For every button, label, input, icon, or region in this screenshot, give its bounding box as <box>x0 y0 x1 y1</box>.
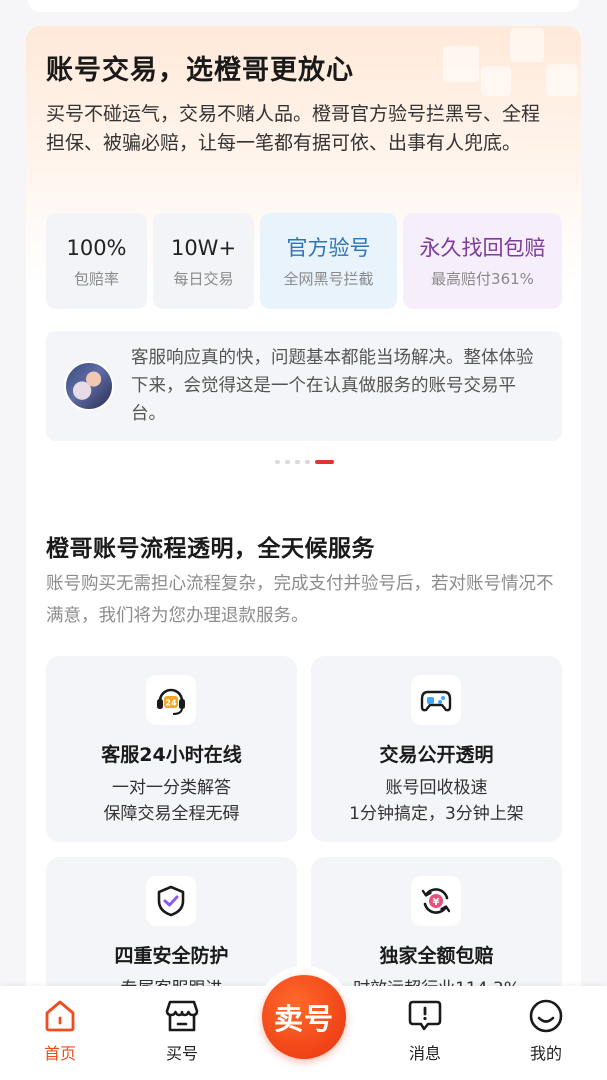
carousel-dot[interactable] <box>295 460 300 464</box>
content-card: 账号交易，选橙哥更放心 买号不碰运气，交易不赌人品。橙哥官方验号拦黑号、全程担保… <box>26 26 581 1026</box>
headset-24h-icon: 24 <box>146 675 196 725</box>
process-description: 账号购买无需担心流程复杂，完成支付并验号后，若对账号情况不满意，我们将为您办理退… <box>46 574 554 626</box>
svg-text:24: 24 <box>165 699 177 708</box>
tab-label: 我的 <box>529 1044 562 1063</box>
stat-permanent-recovery: 永久找回包赔 最高赔付361% <box>403 213 562 309</box>
carousel-dot[interactable] <box>305 460 310 464</box>
process-title: 橙哥账号流程透明，全天候服务 <box>46 536 375 562</box>
shield-check-icon <box>146 876 196 926</box>
stat-daily-trades: 10W+ 每日交易 <box>153 213 254 309</box>
feature-line: 一对一分类解答 <box>112 778 231 798</box>
stat-guarantee-rate: 100% 包赔率 <box>46 213 147 309</box>
hero-description: 买号不碰运气，交易不赌人品。橙哥官方验号拦黑号、全程担保、被骗必赔，让每一笔都有… <box>46 103 541 154</box>
stat-label: 每日交易 <box>173 269 234 288</box>
stat-value: 10W+ <box>170 235 237 260</box>
hero-title: 账号交易，选橙哥更放心 <box>46 55 354 86</box>
stat-label: 包赔率 <box>73 269 119 288</box>
feature-card-support[interactable]: 24 客服24小时在线 一对一分类解答 保障交易全程无碍 <box>46 656 297 842</box>
review-text: 客服响应真的快，问题基本都能当场解决。整体体验下来，会觉得这是一个在认真做服务的… <box>131 348 534 424</box>
reviewer-avatar <box>64 361 114 411</box>
gamepad-icon <box>411 675 461 725</box>
feature-line: 账号回收极速 <box>385 778 488 798</box>
carousel-dot[interactable] <box>275 460 280 464</box>
shop-icon <box>165 1000 199 1032</box>
feature-line: 1分钟搞定，3分钟上架 <box>349 804 524 824</box>
stat-official-verify: 官方验号 全网黑号拦截 <box>260 213 397 309</box>
tab-label: 首页 <box>43 1044 76 1063</box>
carousel-indicator[interactable] <box>275 459 335 465</box>
feature-title: 四重安全防护 <box>114 945 229 967</box>
carousel-dot-active[interactable] <box>315 460 334 464</box>
tab-label: 消息 <box>408 1044 441 1063</box>
tab-messages[interactable]: 消息 <box>385 986 465 1080</box>
feature-title: 客服24小时在线 <box>101 744 242 766</box>
feature-title: 独家全额包赔 <box>379 945 494 967</box>
stat-value: 官方验号 <box>286 235 371 260</box>
stats-row: 100% 包赔率 10W+ 每日交易 官方验号 全网黑号拦截 永久找回包赔 最高… <box>46 213 562 309</box>
tab-home[interactable]: 首页 <box>20 986 100 1080</box>
tab-label: 买号 <box>165 1044 198 1063</box>
carousel-dot[interactable] <box>285 460 290 464</box>
message-icon <box>408 1000 442 1031</box>
feature-line: 保障交易全程无碍 <box>103 804 240 824</box>
yuan-refresh-icon: ¥ <box>411 876 461 926</box>
stat-label: 全网黑号拦截 <box>283 269 374 288</box>
home-icon <box>45 1000 75 1032</box>
feature-title: 交易公开透明 <box>379 744 494 766</box>
tab-profile[interactable]: 我的 <box>506 986 586 1080</box>
stat-label: 最高赔付361% <box>431 269 534 288</box>
stat-value: 100% <box>66 235 127 260</box>
review-card[interactable]: 客服响应真的快，问题基本都能当场解决。整体体验下来，会觉得这是一个在认真做服务的… <box>46 331 562 441</box>
previous-card-edge <box>28 0 579 12</box>
tab-buy[interactable]: 买号 <box>142 986 222 1080</box>
sell-button-label: 卖号 <box>273 1002 334 1036</box>
sell-button[interactable]: 卖号 <box>262 975 346 1059</box>
profile-icon <box>529 999 563 1033</box>
svg-text:¥: ¥ <box>433 897 440 908</box>
stat-value: 永久找回包赔 <box>419 235 546 260</box>
feature-card-transparent[interactable]: 交易公开透明 账号回收极速 1分钟搞定，3分钟上架 <box>311 656 562 842</box>
